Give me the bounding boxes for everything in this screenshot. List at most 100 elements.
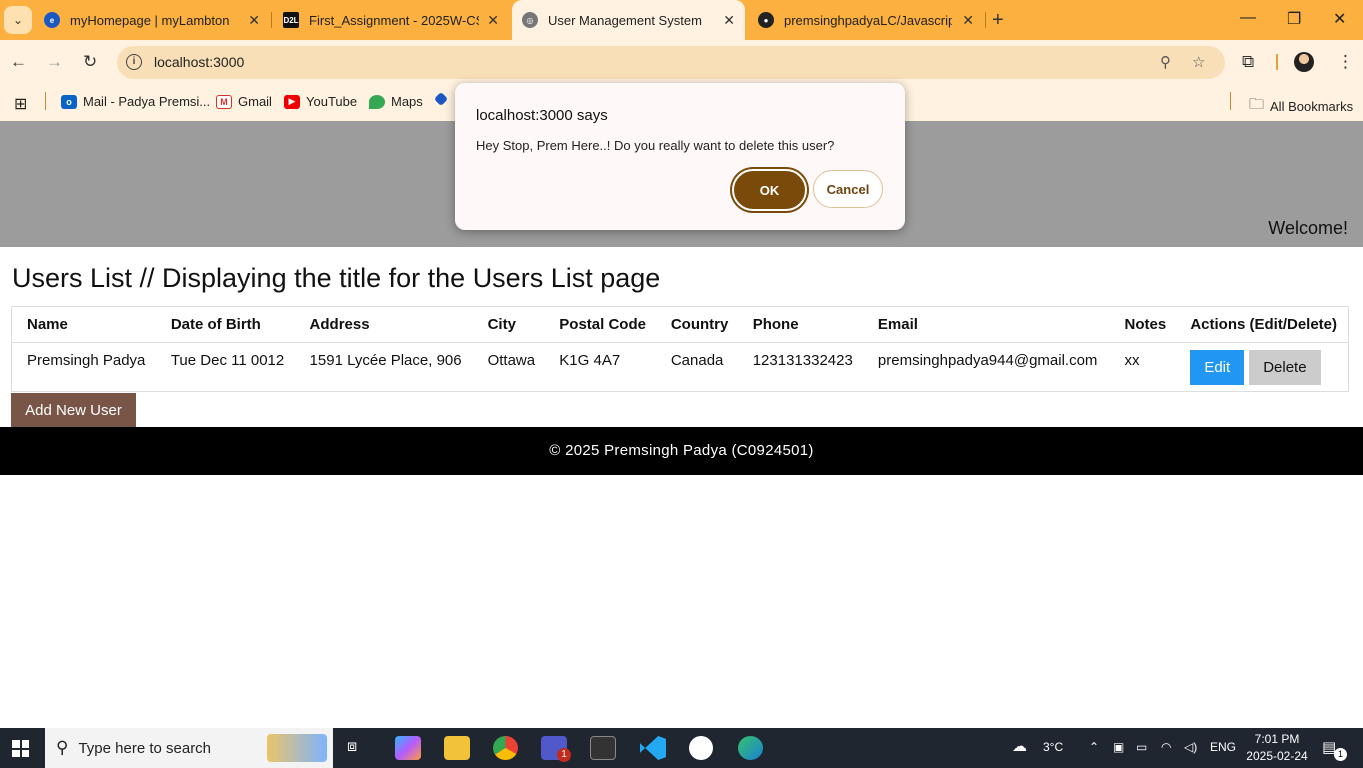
site-info-icon[interactable]: i [126,54,142,70]
bookmark-label: Maps [391,94,423,109]
column-header-actions: Actions (Edit/Delete) [1175,306,1349,343]
table-row: Premsingh Padya Tue Dec 11 0012 1591 Lyc… [12,343,1349,392]
meet-now-icon[interactable]: ▣ [1113,740,1124,754]
cell-city: Ottawa [487,352,536,369]
tab-search-chevron-icon[interactable]: ⌄ [4,6,32,34]
tab-mylambton[interactable]: e myHomepage | myLambton ✕ [34,0,270,40]
github-icon: ● [758,12,774,28]
cell-phone: 123131332423 [752,352,853,369]
cell-country: Canada [670,352,724,369]
browser-toolbar: ← → ↻ i localhost:3000 ⚲ ☆ ⧉ ⋮ [0,40,1363,85]
dialog-title: localhost:3000 says [476,107,608,124]
teams-icon[interactable]: 1 [541,736,571,762]
language-indicator[interactable]: ENG [1210,740,1236,754]
add-new-user-button[interactable]: Add New User [11,393,136,427]
extensions-puzzle-icon[interactable]: ⧉ [1242,52,1254,72]
edit-button[interactable]: Edit [1190,350,1245,385]
taskbar-clock[interactable]: 7:01 PM 2025-02-24 [1242,731,1312,765]
window-close-icon[interactable]: ✕ [1333,9,1346,29]
bookmark-extra[interactable] [433,91,452,107]
all-bookmarks[interactable]: 🗀 All Bookmarks [1249,94,1353,119]
cell-name: Premsingh Padya [27,352,146,369]
bookmark-youtube[interactable]: ▶ YouTube [284,94,357,109]
cancel-button[interactable]: Cancel [813,170,883,208]
column-header-city: City [472,306,545,343]
windows-start-icon[interactable] [12,740,29,757]
ok-button[interactable]: OK [732,169,807,211]
column-header-phone: Phone [737,306,863,343]
chrome-icon[interactable] [493,736,518,760]
page-title: Users List // Displaying the title for t… [12,263,661,293]
tab-user-management[interactable]: ◎ User Management System ✕ [512,0,745,40]
reload-icon[interactable]: ↻ [83,52,97,72]
url-text[interactable]: localhost:3000 [154,54,244,70]
tab-first-assignment[interactable]: D2L First_Assignment - 2025W-CSD ✕ [273,0,509,40]
volume-icon[interactable]: ◁) [1184,740,1197,754]
search-highlight-icon [267,734,327,762]
vscode-icon[interactable] [640,736,666,760]
more-menu-icon[interactable]: ⋮ [1337,52,1354,72]
minimize-icon[interactable]: — [1240,9,1256,27]
tab-divider [985,12,986,28]
column-header-address: Address [294,306,473,343]
apps-grid-icon[interactable]: ⊞ [14,94,27,114]
youtube-icon: ▶ [284,94,300,109]
show-hidden-icons-chevron-icon[interactable]: ⌃ [1089,740,1099,754]
delete-button[interactable]: Delete [1249,350,1321,385]
d2l-icon: D2L [283,12,299,28]
close-icon[interactable]: ✕ [248,12,260,29]
forward-arrow-icon[interactable]: → [46,52,63,72]
mongodb-compass-icon[interactable] [689,736,713,760]
column-header-postal-code: Postal Code [544,306,656,343]
back-arrow-icon[interactable]: ← [10,52,27,72]
new-tab-plus-icon[interactable]: + [992,9,1004,32]
tab-github[interactable]: ● premsinghpadyaLC/Javascript_C ✕ [748,0,984,40]
zoom-icon[interactable]: ⚲ [1160,53,1171,71]
cell-address: 1591 Lycée Place, 906 [309,352,462,369]
bookmark-gmail[interactable]: M Gmail [216,94,272,109]
restore-icon[interactable]: ❐ [1287,9,1301,29]
bookmark-mail[interactable]: o Mail - Padya Premsi... [61,94,210,109]
lambton-icon: e [44,12,60,28]
cell-postal-code: K1G 4A7 [559,352,621,369]
close-icon[interactable]: ✕ [487,12,499,29]
file-explorer-icon[interactable] [444,736,470,760]
column-header-email: Email [862,306,1110,343]
globe-icon: ◎ [522,12,538,28]
profile-avatar[interactable] [1294,52,1314,72]
task-view-icon[interactable]: ⧈ [347,738,357,756]
bookmark-star-icon[interactable]: ☆ [1192,53,1205,71]
cell-email: premsinghpadya944@gmail.com [877,352,1098,369]
bookmark-divider [45,92,46,110]
search-icon: ⚲ [56,738,69,757]
confirm-dialog: localhost:3000 says Hey Stop, Prem Here.… [455,83,905,230]
weather-temperature[interactable]: 3°C [1043,740,1063,754]
taskbar: ⚲ Type here to search ⧈ 1 ☁ 3°C ⌃ ▣ ▭ ◠ … [0,728,1363,768]
terminal-icon[interactable] [590,736,616,760]
address-bar[interactable]: i localhost:3000 ⚲ ☆ [117,46,1225,79]
bookmark-label: YouTube [306,94,358,109]
cell-actions: Edit Delete [1175,343,1348,392]
bookmark-maps[interactable]: Maps [369,94,423,109]
copilot-icon[interactable] [395,736,421,760]
tab-label: First_Assignment - 2025W-CSD [309,12,479,28]
bookmark-label: Gmail [238,94,272,109]
footer: © 2025 Premsingh Padya (C0924501) [0,427,1363,475]
column-header-country: Country [655,306,738,343]
close-icon[interactable]: ✕ [723,12,735,29]
tab-divider [271,12,272,28]
all-bookmarks-label: All Bookmarks [1270,99,1354,114]
weather-icon[interactable]: ☁ [1012,737,1027,755]
taskbar-search-box[interactable]: ⚲ Type here to search [45,728,333,768]
column-header-notes: Notes [1109,306,1176,343]
diamond-icon [433,91,449,107]
close-icon[interactable]: ✕ [962,12,974,29]
battery-icon[interactable]: ▭ [1136,740,1147,754]
tab-label: myHomepage | myLambton [70,12,230,28]
edge-icon[interactable] [738,736,763,760]
wifi-icon[interactable]: ◠ [1161,740,1171,754]
taskbar-search-placeholder: Type here to search [78,739,212,757]
welcome-text: Welcome! [1268,218,1348,238]
folder-icon: 🗀 [1249,96,1265,113]
bookmark-label: Mail - Padya Premsi... [83,94,211,109]
